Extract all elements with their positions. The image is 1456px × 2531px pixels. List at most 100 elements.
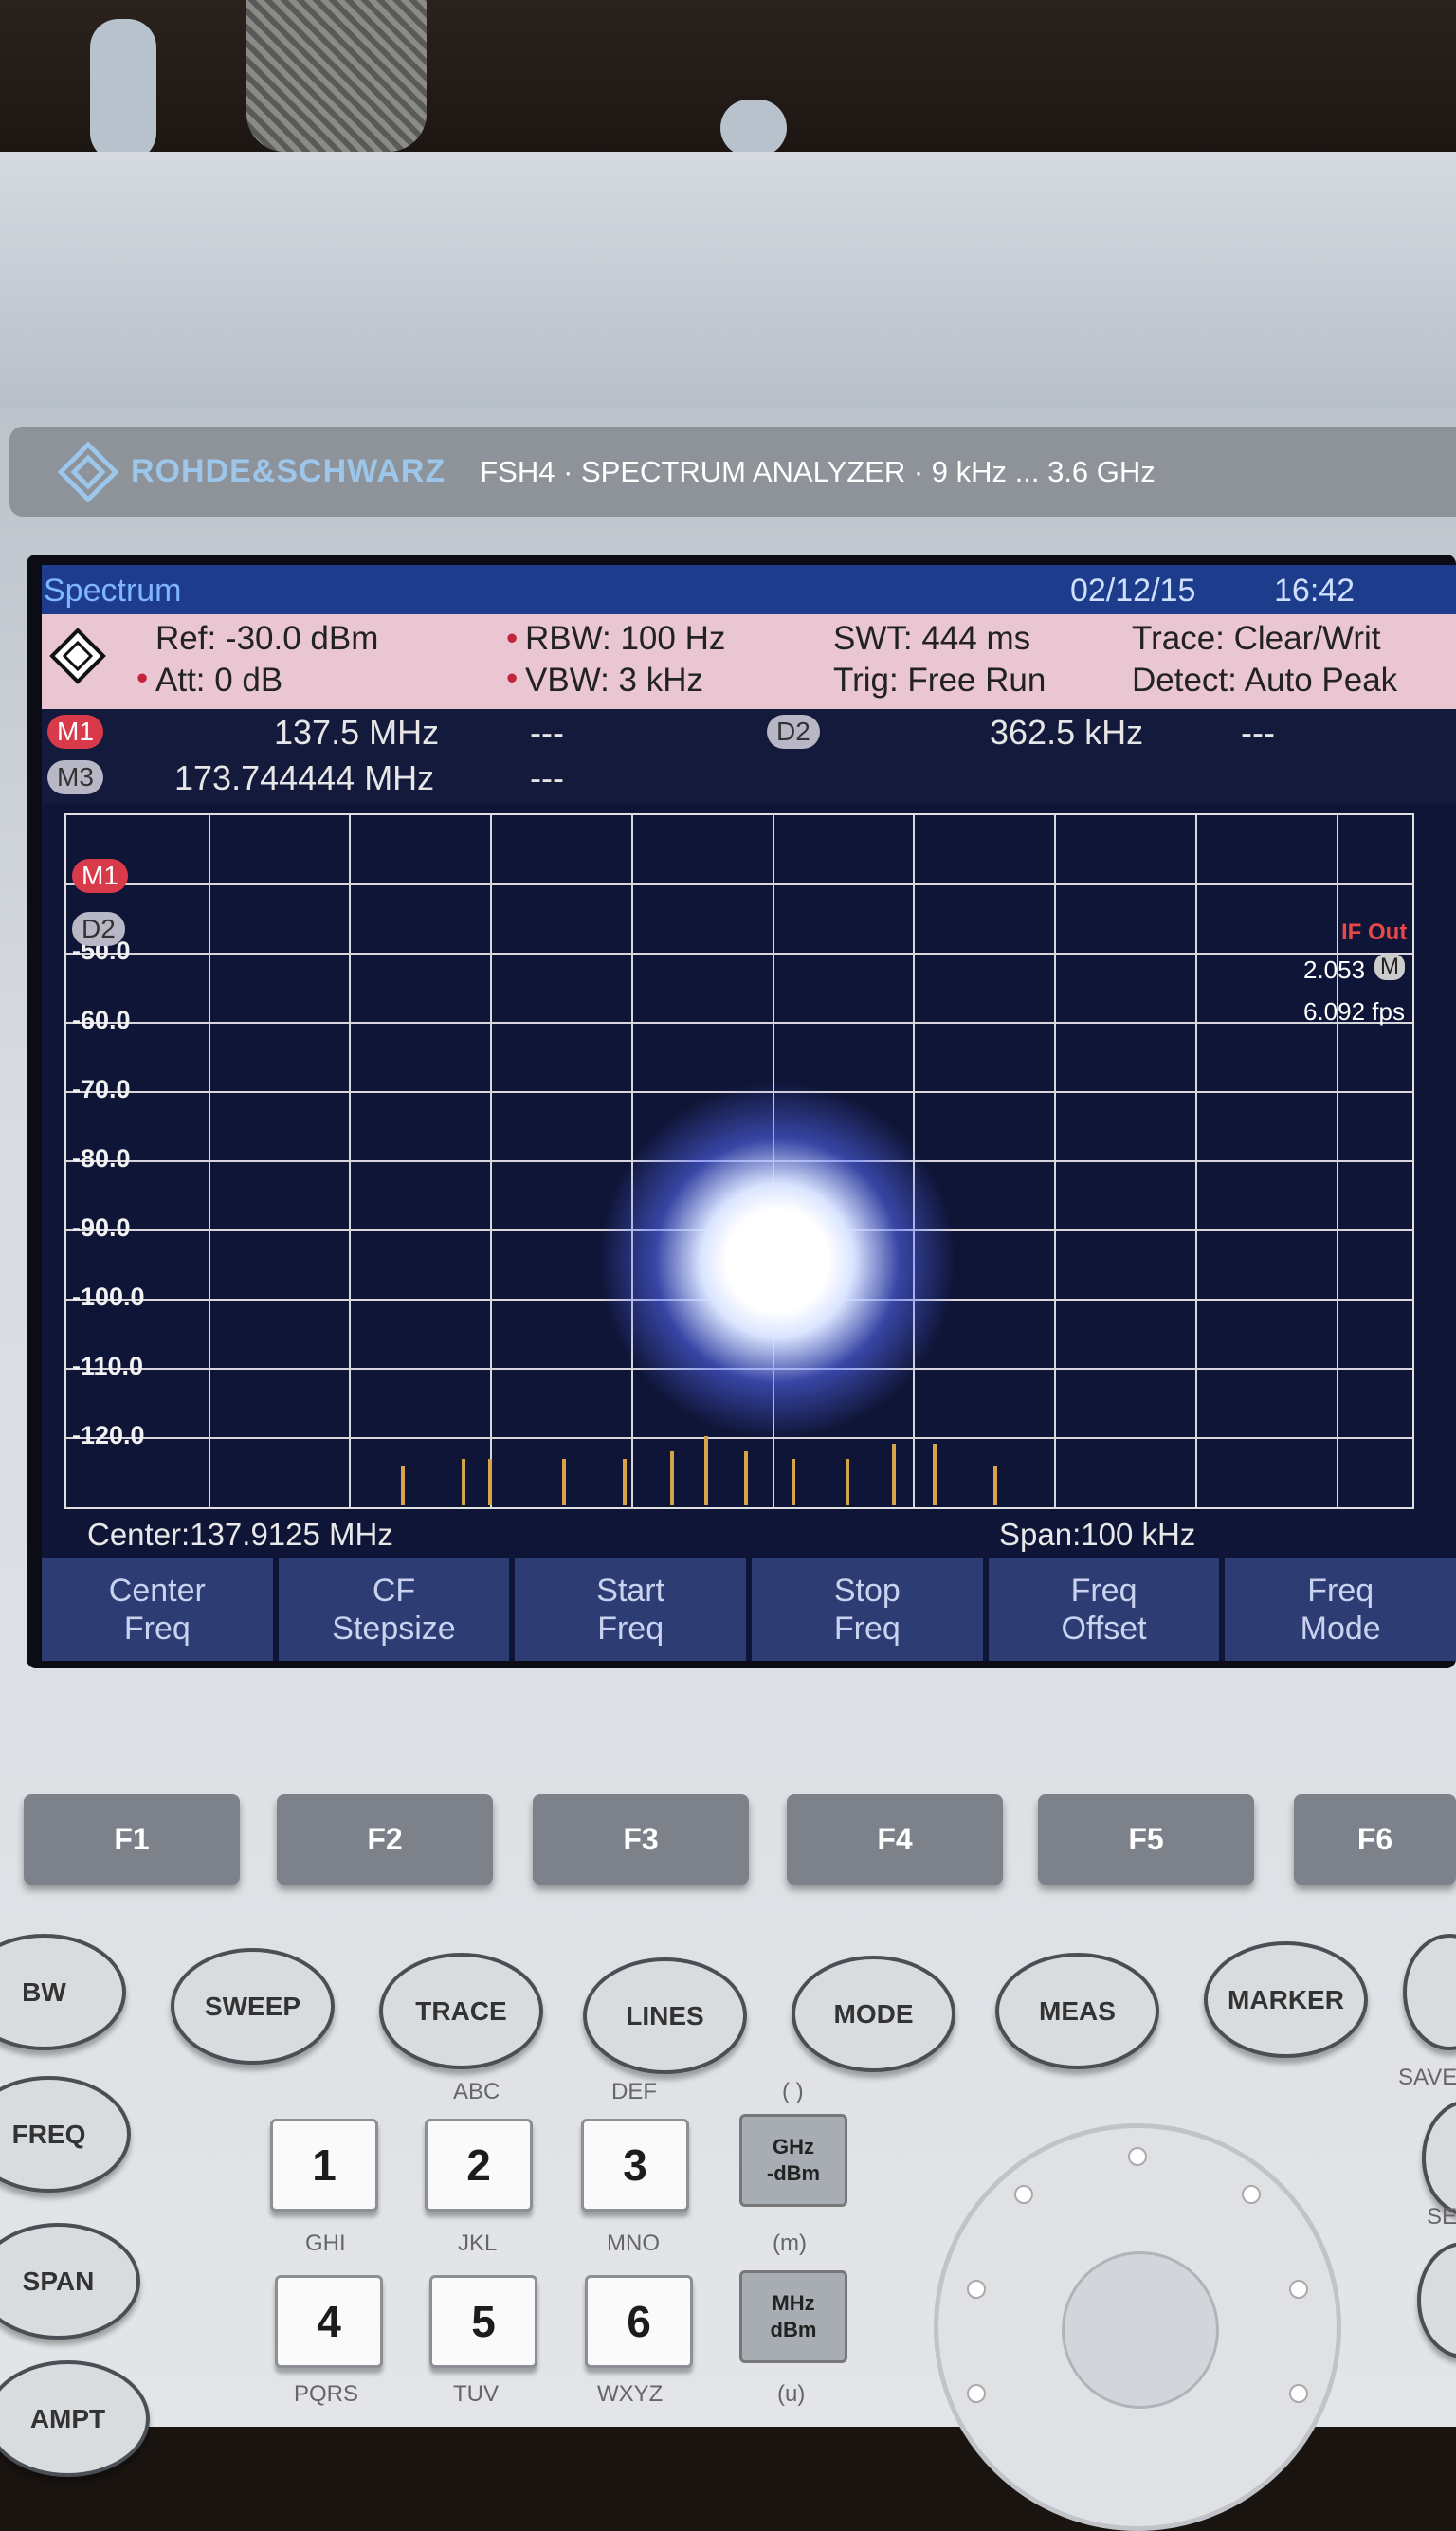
key-4[interactable]: 4 bbox=[275, 2275, 383, 2368]
y-tick-label: -60.0 bbox=[72, 1006, 131, 1034]
center-frequency: Center:137.9125 MHz bbox=[87, 1517, 393, 1552]
key-letters: (m) bbox=[773, 2231, 807, 2256]
ref-level: Ref: -30.0 dBm bbox=[155, 620, 379, 657]
marker-m3-level: --- bbox=[530, 758, 564, 797]
softkey-cf-stepsize[interactable]: CF Stepsize bbox=[278, 1558, 510, 1661]
y-tick-label: -120.0 bbox=[72, 1421, 145, 1449]
key-letters: MNO bbox=[607, 2231, 660, 2256]
spectrum-peak bbox=[791, 1459, 795, 1505]
f3-button[interactable]: F3 bbox=[533, 1794, 749, 1885]
marker-m3-freq: 173.744444 MHz bbox=[174, 758, 435, 797]
attenuation: Att: 0 dB bbox=[155, 662, 283, 699]
key-1[interactable]: 1 bbox=[270, 2119, 378, 2212]
analyzer-screen: Spectrum 02/12/15 16:42 Ref: -30.0 dBm •… bbox=[42, 565, 1456, 1661]
marker-button[interactable]: MARKER bbox=[1204, 1941, 1368, 2058]
trace-button[interactable]: TRACE bbox=[379, 1953, 543, 2069]
vbw-dot-icon: • bbox=[506, 660, 519, 697]
meas-button[interactable]: MEAS bbox=[995, 1953, 1159, 2069]
device-top-bezel bbox=[0, 152, 1456, 408]
softkey-freq-mode[interactable]: Freq Mode bbox=[1225, 1558, 1456, 1661]
marker-m1-badge: M1 bbox=[47, 715, 103, 749]
f1-button[interactable]: F1 bbox=[24, 1794, 240, 1885]
key-letters: JKL bbox=[458, 2231, 498, 2256]
key-letters: ( ) bbox=[782, 2079, 804, 2104]
rbw-label: RBW: 100 Hz bbox=[525, 620, 726, 657]
key-6[interactable]: 6 bbox=[585, 2275, 693, 2368]
time-label: 16:42 bbox=[1274, 573, 1356, 609]
rotary-knob[interactable] bbox=[934, 2123, 1341, 2531]
spectrum-peak bbox=[992, 1466, 997, 1505]
unit-label: MHz bbox=[772, 2291, 815, 2315]
date-label: 02/12/15 bbox=[1070, 573, 1196, 609]
key-letters: DEF bbox=[611, 2079, 657, 2104]
marker-d2-level: --- bbox=[1241, 713, 1275, 752]
brand-strip: ROHDE&SCHWARZ FSH4 · SPECTRUM ANALYZER ·… bbox=[9, 427, 1456, 517]
y-tick-label: -80.0 bbox=[72, 1144, 131, 1173]
right-marker-tag: M bbox=[1374, 954, 1405, 980]
f6-button[interactable]: F6 bbox=[1294, 1794, 1456, 1885]
softkey-freq-offset[interactable]: Freq Offset bbox=[988, 1558, 1220, 1661]
softkey-line: Start bbox=[596, 1573, 665, 1609]
model-label: FSH4 · SPECTRUM ANALYZER · 9 kHz ... 3.6… bbox=[480, 454, 1156, 488]
marker-m1-level: --- bbox=[530, 713, 564, 752]
spectrum-peak bbox=[892, 1444, 897, 1505]
y-tick-label: -70.0 bbox=[72, 1075, 131, 1103]
softkey-line: CF bbox=[372, 1573, 416, 1609]
softkey-stop-freq[interactable]: Stop Freq bbox=[752, 1558, 983, 1661]
sweep-time: SWT: 444 ms bbox=[833, 620, 1031, 657]
ampt-button[interactable]: AMPT bbox=[0, 2360, 150, 2477]
softkey-center-freq[interactable]: Center Freq bbox=[42, 1558, 273, 1661]
connector-post bbox=[720, 100, 787, 156]
rs-small-logo-icon bbox=[49, 628, 106, 693]
key-3[interactable]: 3 bbox=[581, 2119, 689, 2212]
f2-button[interactable]: F2 bbox=[277, 1794, 493, 1885]
unit-label: GHz bbox=[773, 2135, 814, 2158]
vbw-label: VBW: 3 kHz bbox=[525, 662, 704, 699]
key-letters: TUV bbox=[453, 2381, 499, 2407]
lines-button[interactable]: LINES bbox=[583, 1957, 747, 2074]
right-value-1: 2.053 bbox=[1303, 956, 1366, 984]
connector-post bbox=[90, 19, 156, 161]
key-5[interactable]: 5 bbox=[429, 2275, 537, 2368]
plot-marker-m1[interactable]: M1 bbox=[72, 859, 128, 893]
f5-button[interactable]: F5 bbox=[1038, 1794, 1254, 1885]
spectrum-peak bbox=[845, 1459, 849, 1505]
softkey-bar: Center Freq CF Stepsize Start Freq Stop Freq… bbox=[42, 1558, 1456, 1661]
se-label: SE bbox=[1427, 2204, 1456, 2230]
softkey-line: Freq bbox=[597, 1611, 664, 1647]
softkey-line: Center bbox=[108, 1573, 206, 1609]
mhz-dbm-key[interactable]: MHz dBm bbox=[739, 2270, 847, 2363]
plot-marker-d2[interactable]: D2 bbox=[72, 912, 125, 946]
softkey-line: Freq bbox=[1070, 1573, 1138, 1609]
key-letters: WXYZ bbox=[597, 2381, 664, 2407]
softkey-line: Stepsize bbox=[332, 1611, 456, 1647]
spectrum-plot[interactable]: -50.0 -60.0 -70.0 -80.0 -90.0 -100.0 -11… bbox=[64, 813, 1414, 1509]
parameter-bar: Ref: -30.0 dBm • Att: 0 dB • RBW: 100 Hz… bbox=[42, 614, 1456, 709]
softkey-line: Offset bbox=[1061, 1611, 1147, 1647]
key-letters: GHI bbox=[305, 2231, 346, 2256]
if-out-label: IF Out bbox=[1341, 920, 1408, 945]
enter-button[interactable] bbox=[1062, 2251, 1219, 2409]
ghz-dbm-key[interactable]: GHz -dBm bbox=[739, 2114, 847, 2207]
screen-glare bbox=[597, 1081, 957, 1441]
y-tick-label: -110.0 bbox=[72, 1352, 144, 1380]
marker-m3-badge: M3 bbox=[47, 760, 103, 794]
trigger-label: Trig: Free Run bbox=[833, 662, 1046, 699]
mode-button[interactable]: MODE bbox=[792, 1956, 956, 2072]
sweep-button[interactable]: SWEEP bbox=[171, 1948, 335, 2065]
softkey-start-freq[interactable]: Start Freq bbox=[515, 1558, 747, 1661]
softkey-line: Stop bbox=[833, 1573, 901, 1609]
f4-button[interactable]: F4 bbox=[787, 1794, 1003, 1885]
spectrum-peak bbox=[623, 1459, 628, 1505]
brand-name: ROHDE&SCHWARZ bbox=[131, 453, 446, 489]
key-letters: (u) bbox=[777, 2381, 806, 2407]
marker-readout: M1 137.5 MHz --- M3 173.744444 MHz --- D… bbox=[42, 709, 1456, 804]
spectrum-peak bbox=[401, 1466, 405, 1505]
detector-label: Detect: Auto Peak bbox=[1132, 662, 1398, 699]
key-letters: PQRS bbox=[294, 2381, 359, 2407]
mode-title: Spectrum bbox=[44, 573, 182, 609]
frequency-info-row: Center:137.9125 MHz Span:100 kHz bbox=[42, 1513, 1456, 1555]
key-letters: ABC bbox=[453, 2079, 500, 2104]
key-2[interactable]: 2 bbox=[425, 2119, 533, 2212]
rbw-dot-icon: • bbox=[506, 620, 519, 657]
